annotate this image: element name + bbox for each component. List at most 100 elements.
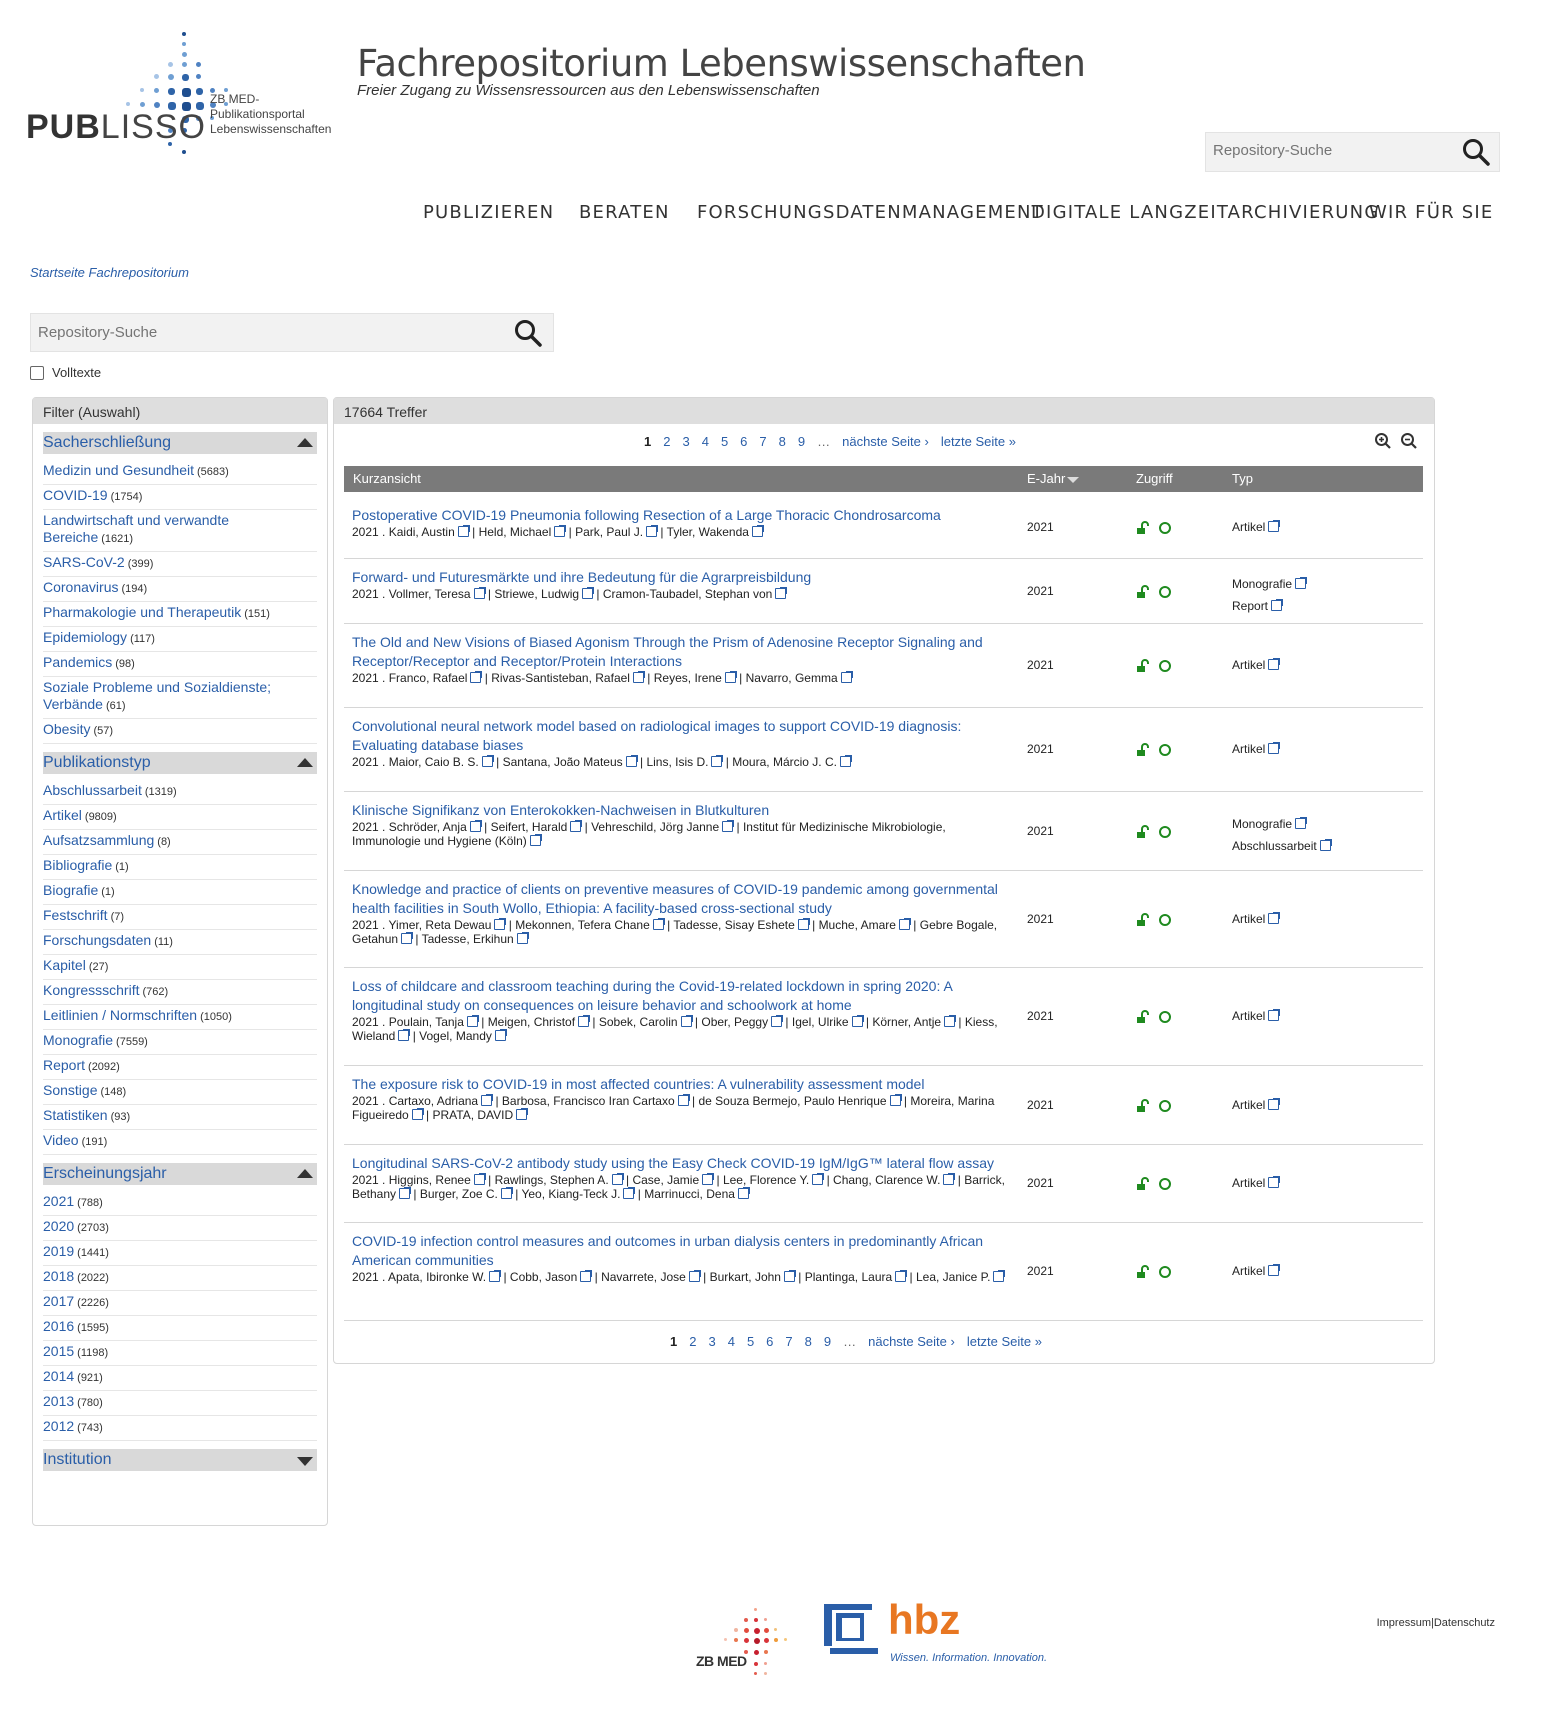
external-link-icon[interactable] xyxy=(711,755,724,767)
external-link-icon[interactable] xyxy=(895,1270,908,1282)
author-name[interactable]: Lea, Janice P. xyxy=(916,1270,991,1284)
search-icon[interactable] xyxy=(513,318,543,348)
facet-item-link[interactable]: Biografie xyxy=(43,882,98,898)
next-page-link[interactable]: nächste Seite › xyxy=(868,1334,955,1349)
author-name[interactable]: Poulain, Tanja xyxy=(389,1015,464,1029)
facet-item-link[interactable]: Report xyxy=(43,1057,85,1073)
external-link-icon[interactable] xyxy=(489,1270,502,1282)
external-link-icon[interactable] xyxy=(783,1270,796,1282)
page-link[interactable]: 7 xyxy=(759,434,766,449)
facet-item-link[interactable]: Artikel xyxy=(43,807,82,823)
author-name[interactable]: Tadesse, Erkihun xyxy=(422,932,514,946)
external-link-icon[interactable] xyxy=(632,671,645,683)
facet-item-link[interactable]: Aufsatzsammlung xyxy=(43,832,154,848)
facet-header[interactable]: Erscheinungsjahr xyxy=(43,1163,317,1185)
facet-header[interactable]: Publikationstyp xyxy=(43,752,317,774)
result-title-link[interactable]: Klinische Signifikanz von Enterokokken-N… xyxy=(352,801,1002,820)
impressum-link[interactable]: Impressum xyxy=(1377,1617,1431,1629)
external-link-icon[interactable] xyxy=(898,918,911,930)
result-title-link[interactable]: Forward- und Futuresmärkte und ihre Bede… xyxy=(352,568,1002,587)
external-link-icon[interactable] xyxy=(401,932,414,944)
author-name[interactable]: Striewe, Ludwig xyxy=(494,587,579,601)
author-name[interactable]: Navarrete, Jose xyxy=(601,1270,686,1284)
nav-item-forschungsdatenmanagement[interactable]: FORSCHUNGSDATENMANAGEMENT xyxy=(697,202,1044,223)
author-name[interactable]: Reyes, Irene xyxy=(654,671,722,685)
page-link[interactable]: 3 xyxy=(708,1334,715,1349)
facet-item-link[interactable]: Pharmakologie und Therapeutik xyxy=(43,604,241,620)
nav-item-publizieren[interactable]: PUBLIZIEREN xyxy=(423,202,554,223)
page-link[interactable]: 6 xyxy=(766,1334,773,1349)
page-link[interactable]: 3 xyxy=(682,434,689,449)
facet-item-link[interactable]: Obesity xyxy=(43,721,90,737)
external-link-icon[interactable] xyxy=(469,820,482,832)
facet-item-link[interactable]: Festschrift xyxy=(43,907,108,923)
type-link[interactable]: Monografie xyxy=(1232,573,1308,595)
external-link-icon[interactable] xyxy=(1319,838,1332,851)
author-name[interactable]: Yimer, Reta Dewau xyxy=(389,918,492,932)
facet-item-link[interactable]: 2014 xyxy=(43,1368,74,1384)
author-name[interactable]: Vehreschild, Jörg Janne xyxy=(591,820,719,834)
author-name[interactable]: Tyler, Wakenda xyxy=(667,525,749,539)
author-name[interactable]: Lins, Isis D. xyxy=(646,755,708,769)
external-link-icon[interactable] xyxy=(470,671,483,683)
collapse-arrow-icon[interactable] xyxy=(297,1169,313,1178)
author-name[interactable]: Mekonnen, Tefera Chane xyxy=(515,918,650,932)
author-name[interactable]: Vollmer, Teresa xyxy=(389,587,471,601)
external-link-icon[interactable] xyxy=(751,525,764,537)
facet-item-link[interactable]: 2017 xyxy=(43,1293,74,1309)
external-link-icon[interactable] xyxy=(466,1015,479,1027)
type-link[interactable]: Monografie xyxy=(1232,813,1331,835)
external-link-icon[interactable] xyxy=(797,918,810,930)
result-title-link[interactable]: Longitudinal SARS-CoV-2 antibody study u… xyxy=(352,1154,1002,1173)
page-link[interactable]: 7 xyxy=(785,1334,792,1349)
page-link[interactable]: 1 xyxy=(644,434,651,449)
zbmed-logo[interactable]: ZB MED xyxy=(696,1608,806,1688)
external-link-icon[interactable] xyxy=(944,1015,957,1027)
external-link-icon[interactable] xyxy=(646,525,659,537)
external-link-icon[interactable] xyxy=(1268,742,1281,754)
type-link[interactable]: Artikel xyxy=(1232,1260,1281,1282)
last-page-link[interactable]: letzte Seite » xyxy=(967,1334,1042,1349)
page-link[interactable]: 1 xyxy=(670,1334,677,1349)
author-name[interactable]: Rawlings, Stephen A. xyxy=(495,1173,609,1187)
search-icon[interactable] xyxy=(1461,137,1491,167)
external-link-icon[interactable] xyxy=(611,1173,624,1185)
author-name[interactable]: Apata, Ibironke W. xyxy=(388,1270,486,1284)
nav-item-beraten[interactable]: BERATEN xyxy=(579,202,670,223)
result-title-link[interactable]: The Old and New Visions of Biased Agonis… xyxy=(352,633,1002,671)
external-link-icon[interactable] xyxy=(1268,520,1281,532)
author-name[interactable]: Igel, Ulrike xyxy=(792,1015,849,1029)
type-link[interactable]: Artikel xyxy=(1232,1094,1281,1116)
facet-header[interactable]: Sacherschließung xyxy=(43,432,317,454)
sort-desc-icon[interactable] xyxy=(1067,476,1080,483)
author-name[interactable]: Case, Jamie xyxy=(632,1173,699,1187)
author-name[interactable]: Barbosa, Francisco Iran Cartaxo xyxy=(502,1094,675,1108)
external-link-icon[interactable] xyxy=(1268,1176,1281,1188)
facet-item-link[interactable]: Landwirtschaft und verwandte Bereiche xyxy=(43,512,229,545)
result-title-link[interactable]: Knowledge and practice of clients on pre… xyxy=(352,880,1002,918)
external-link-icon[interactable] xyxy=(516,1108,529,1120)
external-link-icon[interactable] xyxy=(702,1173,715,1185)
result-title-link[interactable]: Convolutional neural network model based… xyxy=(352,717,1002,755)
external-link-icon[interactable] xyxy=(680,1015,693,1027)
facet-item-link[interactable]: SARS-CoV-2 xyxy=(43,554,125,570)
facet-item-link[interactable]: 2020 xyxy=(43,1218,74,1234)
expand-arrow-icon[interactable] xyxy=(297,1457,313,1466)
hbz-logo[interactable]: hbz Wissen. Information. Innovation. xyxy=(824,1596,1047,1674)
external-link-icon[interactable] xyxy=(516,932,529,944)
external-link-icon[interactable] xyxy=(737,1187,750,1199)
author-name[interactable]: Meigen, Christof xyxy=(488,1015,575,1029)
page-link[interactable]: 6 xyxy=(740,434,747,449)
author-name[interactable]: Santana, João Mateus xyxy=(503,755,623,769)
type-link[interactable]: Artikel xyxy=(1232,654,1281,676)
page-link[interactable]: 4 xyxy=(728,1334,735,1349)
facet-item-link[interactable]: Kapitel xyxy=(43,957,86,973)
author-name[interactable]: Franco, Rafael xyxy=(389,671,468,685)
facet-item-link[interactable]: 2016 xyxy=(43,1318,74,1334)
external-link-icon[interactable] xyxy=(578,1015,591,1027)
author-name[interactable]: Kaidi, Austin xyxy=(389,525,455,539)
author-name[interactable]: Tadesse, Sisay Eshete xyxy=(673,918,794,932)
external-link-icon[interactable] xyxy=(457,525,470,537)
author-name[interactable]: Vogel, Mandy xyxy=(419,1029,492,1043)
external-link-icon[interactable] xyxy=(580,1270,593,1282)
